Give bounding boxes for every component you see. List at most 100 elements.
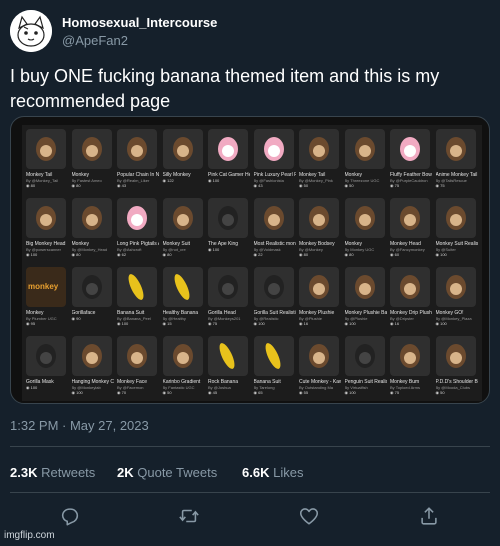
catalog-item-thumbnail — [253, 129, 294, 169]
catalog-item-price: ◉ 43 — [253, 183, 263, 188]
retweets-stat[interactable]: 2.3K Retweets — [10, 465, 95, 480]
catalog-item-thumbnail: monkey — [26, 267, 66, 307]
catalog-item-thumbnail — [71, 198, 112, 238]
catalog-item-price: ◉ 80 — [71, 183, 81, 188]
catalog-item-price: ◉ 100 — [71, 390, 83, 395]
catalog-item-price: ◉ 16 — [299, 321, 309, 326]
catalog-item[interactable]: Healthy Banana By @Healthy ◉ 15 — [162, 267, 205, 326]
catalog-item[interactable]: Monkey By Threezone UGC ◉ 50 — [344, 129, 387, 188]
catalog-item[interactable]: Most Realistic monkey maskBy @Voidmask◉ … — [253, 198, 296, 257]
catalog-item[interactable]: Monkey Drip Plushie By @Dripster ◉ 16 — [390, 267, 432, 326]
catalog-item-price: ◉ 22 — [253, 252, 263, 257]
tweet-media-image[interactable]: Monkey Tail By @Monkey_Tail ◉ 80 Monkey By F… — [10, 116, 490, 404]
catalog-item[interactable]: Monkey By Monkey UGC ◉ 80 — [344, 198, 387, 257]
catalog-item-price: ◉ 100 — [344, 321, 356, 326]
catalog-item-price: ◉ 80 — [162, 252, 172, 257]
like-button[interactable] — [298, 505, 320, 527]
catalog-item-price: ◉ 122 — [162, 178, 174, 183]
likes-stat[interactable]: 6.6K Likes — [242, 465, 303, 480]
catalog-item[interactable]: Gorilla Suit Realistic MonkeyBy @Realist… — [253, 267, 296, 326]
catalog-item-price: ◉ 65 — [253, 390, 263, 395]
tweet-timestamp[interactable]: 1:32 PM · May 27, 2023 — [10, 418, 149, 433]
catalog-item[interactable]: Penguin Suit RealisticBy Virtualfish◉ 10… — [344, 336, 387, 395]
catalog-item[interactable]: Pink Cat Gamer Headphones◉ 100 — [208, 129, 250, 183]
catalog-item[interactable]: Monkey Bodsey By @Monkey ◉ 80 — [299, 198, 341, 257]
catalog-item[interactable]: Fluffy Feather Bow Pink 2.0By @PurpleCau… — [390, 129, 432, 188]
catalog-item[interactable]: Cute Monkey - Kawaii AnimeBy Outstanding… — [299, 336, 341, 395]
catalog-item[interactable]: Monkey By Fastest Ameo ◉ 80 — [71, 129, 114, 188]
catalog-item-price: ◉ 95 — [26, 321, 36, 326]
author-display-name[interactable]: Homosexual_Intercourse — [62, 15, 217, 30]
catalog-item-price: ◉ 100 — [435, 321, 447, 326]
catalog-item-price: ◉ 75 — [390, 390, 400, 395]
catalog-item-thumbnail — [299, 336, 339, 376]
catalog-item-thumbnail — [208, 336, 248, 376]
catalog-item-thumbnail — [435, 267, 476, 307]
author-handle[interactable]: @ApeFan2 — [62, 33, 128, 48]
catalog-item-thumbnail — [344, 129, 385, 169]
catalog-item-thumbnail — [208, 129, 248, 169]
catalog-item[interactable]: Monkey Tail By @Monkey_Tail ◉ 80 — [26, 129, 68, 188]
imgflip-watermark: imgflip.com — [4, 530, 55, 541]
catalog-item[interactable]: Popular Chain In NoseBy @Realm_Liker◉ 43 — [117, 129, 159, 188]
catalog-item[interactable]: Long Pink Pigtails AdorableBy @Ashcroft◉… — [117, 198, 159, 257]
catalog-item-price: ◉ 80 — [344, 252, 354, 257]
catalog-item[interactable]: Anime Monkey Tail By @TailsRescue ◉ 75 — [435, 129, 478, 188]
catalog-item-thumbnail — [71, 129, 112, 169]
catalog-item-thumbnail — [253, 267, 294, 307]
quotes-count: 2K — [117, 465, 134, 480]
catalog-item[interactable]: Monkey Suit By @not_cre ◉ 80 — [162, 198, 205, 257]
quotes-stat[interactable]: 2K Quote Tweets — [117, 465, 217, 480]
catalog-item-price: ◉ 45 — [208, 390, 218, 395]
catalog-item[interactable]: Monkey Tail By @Monkey_Pink ◉ 50 — [299, 129, 341, 188]
catalog-item[interactable]: Monkey Plushie By @Plushie ◉ 16 — [299, 267, 341, 326]
catalog-item-price: ◉ 16 — [390, 321, 400, 326]
catalog-item[interactable]: Rock Banana By @Joshua ◉ 45 — [208, 336, 250, 395]
catalog-item[interactable]: Monkey Head By @Fancymonkey ◉ 60 — [390, 198, 432, 257]
catalog-item-price: ◉ 50 — [435, 390, 445, 395]
catalog-item-price: ◉ 43 — [117, 183, 127, 188]
catalog-item[interactable]: Gorilla Mask ◉ 100 — [26, 336, 68, 390]
catalog-item[interactable]: Hanging Monkey Companion (1.0)By @Monkey… — [71, 336, 114, 395]
catalog-item-price: ◉ 75 — [208, 321, 218, 326]
catalog-item[interactable]: Silly Monkey ◉ 122 — [162, 129, 205, 183]
catalog-item-thumbnail — [71, 336, 112, 376]
catalog-item[interactable]: Gorilla Head By @Monkeys201 ◉ 75 — [208, 267, 250, 326]
catalog-item-thumbnail — [117, 129, 157, 169]
retweet-button[interactable] — [178, 505, 200, 527]
catalog-item[interactable]: Banana Suit By Tarelong ◉ 65 — [253, 336, 296, 395]
share-icon — [421, 507, 437, 525]
avatar[interactable] — [10, 10, 52, 52]
catalog-item-thumbnail — [26, 129, 66, 169]
catalog-item[interactable]: Karinbo Gradient By Fantastic UGC ◉ 50 — [162, 336, 205, 395]
catalog-item[interactable]: Monkey By @Monkey_Head ◉ 80 — [71, 198, 114, 257]
catalog-item[interactable]: Monkey GO! By @Monkey_Plaza ◉ 100 — [435, 267, 478, 326]
catalog-item[interactable]: Monkey Plushie Back Pack 1.0By @Plushie◉… — [344, 267, 387, 326]
heart-icon — [299, 508, 319, 525]
reply-button[interactable] — [59, 505, 81, 527]
catalog-item-thumbnail — [208, 198, 248, 238]
catalog-item[interactable]: P.D.D's Shoulder BuddyBy @Mooda_Clubs◉ 5… — [435, 336, 478, 395]
share-button[interactable] — [418, 505, 440, 527]
catalog-item[interactable]: monkey Monkey By Plumber UGC ◉ 95 — [26, 267, 68, 326]
catalog-item[interactable]: Pink Luxury Pearl PurseBy @Fashionista◉ … — [253, 129, 296, 188]
catalog-item-price: ◉ 100 — [26, 385, 38, 390]
retweet-icon — [179, 509, 199, 523]
catalog-item-price: ◉ 100 — [253, 321, 265, 326]
catalog-item-thumbnail — [390, 267, 430, 307]
cat-face-icon — [10, 10, 52, 52]
catalog-item[interactable]: Monkey Face By @Facemon ◉ 70 — [117, 336, 159, 395]
catalog-item[interactable]: Monkey Bum By Toploed Arms ◉ 75 — [390, 336, 432, 395]
catalog-item[interactable]: Gorillaface ◉ 90 — [71, 267, 114, 321]
catalog-item-thumbnail — [435, 336, 476, 376]
catalog-item[interactable]: Monkey Suit RealisticBy @Suiter◉ 100 — [435, 198, 478, 257]
quotes-label: Quote Tweets — [137, 465, 218, 480]
catalog-item-price: ◉ 15 — [162, 321, 172, 326]
catalog-item[interactable]: Banana Suit By @Banana_Peel ◉ 100 — [117, 267, 159, 326]
catalog-item-thumbnail — [117, 198, 157, 238]
catalog-item-thumbnail — [117, 267, 157, 307]
catalog-item[interactable]: The Ape King ◉ 100 — [208, 198, 250, 252]
catalog-item-thumbnail — [390, 198, 430, 238]
catalog-item[interactable]: Big Monkey Head By @powerscanner ◉ 100 — [26, 198, 68, 257]
catalog-item-thumbnail — [344, 336, 385, 376]
